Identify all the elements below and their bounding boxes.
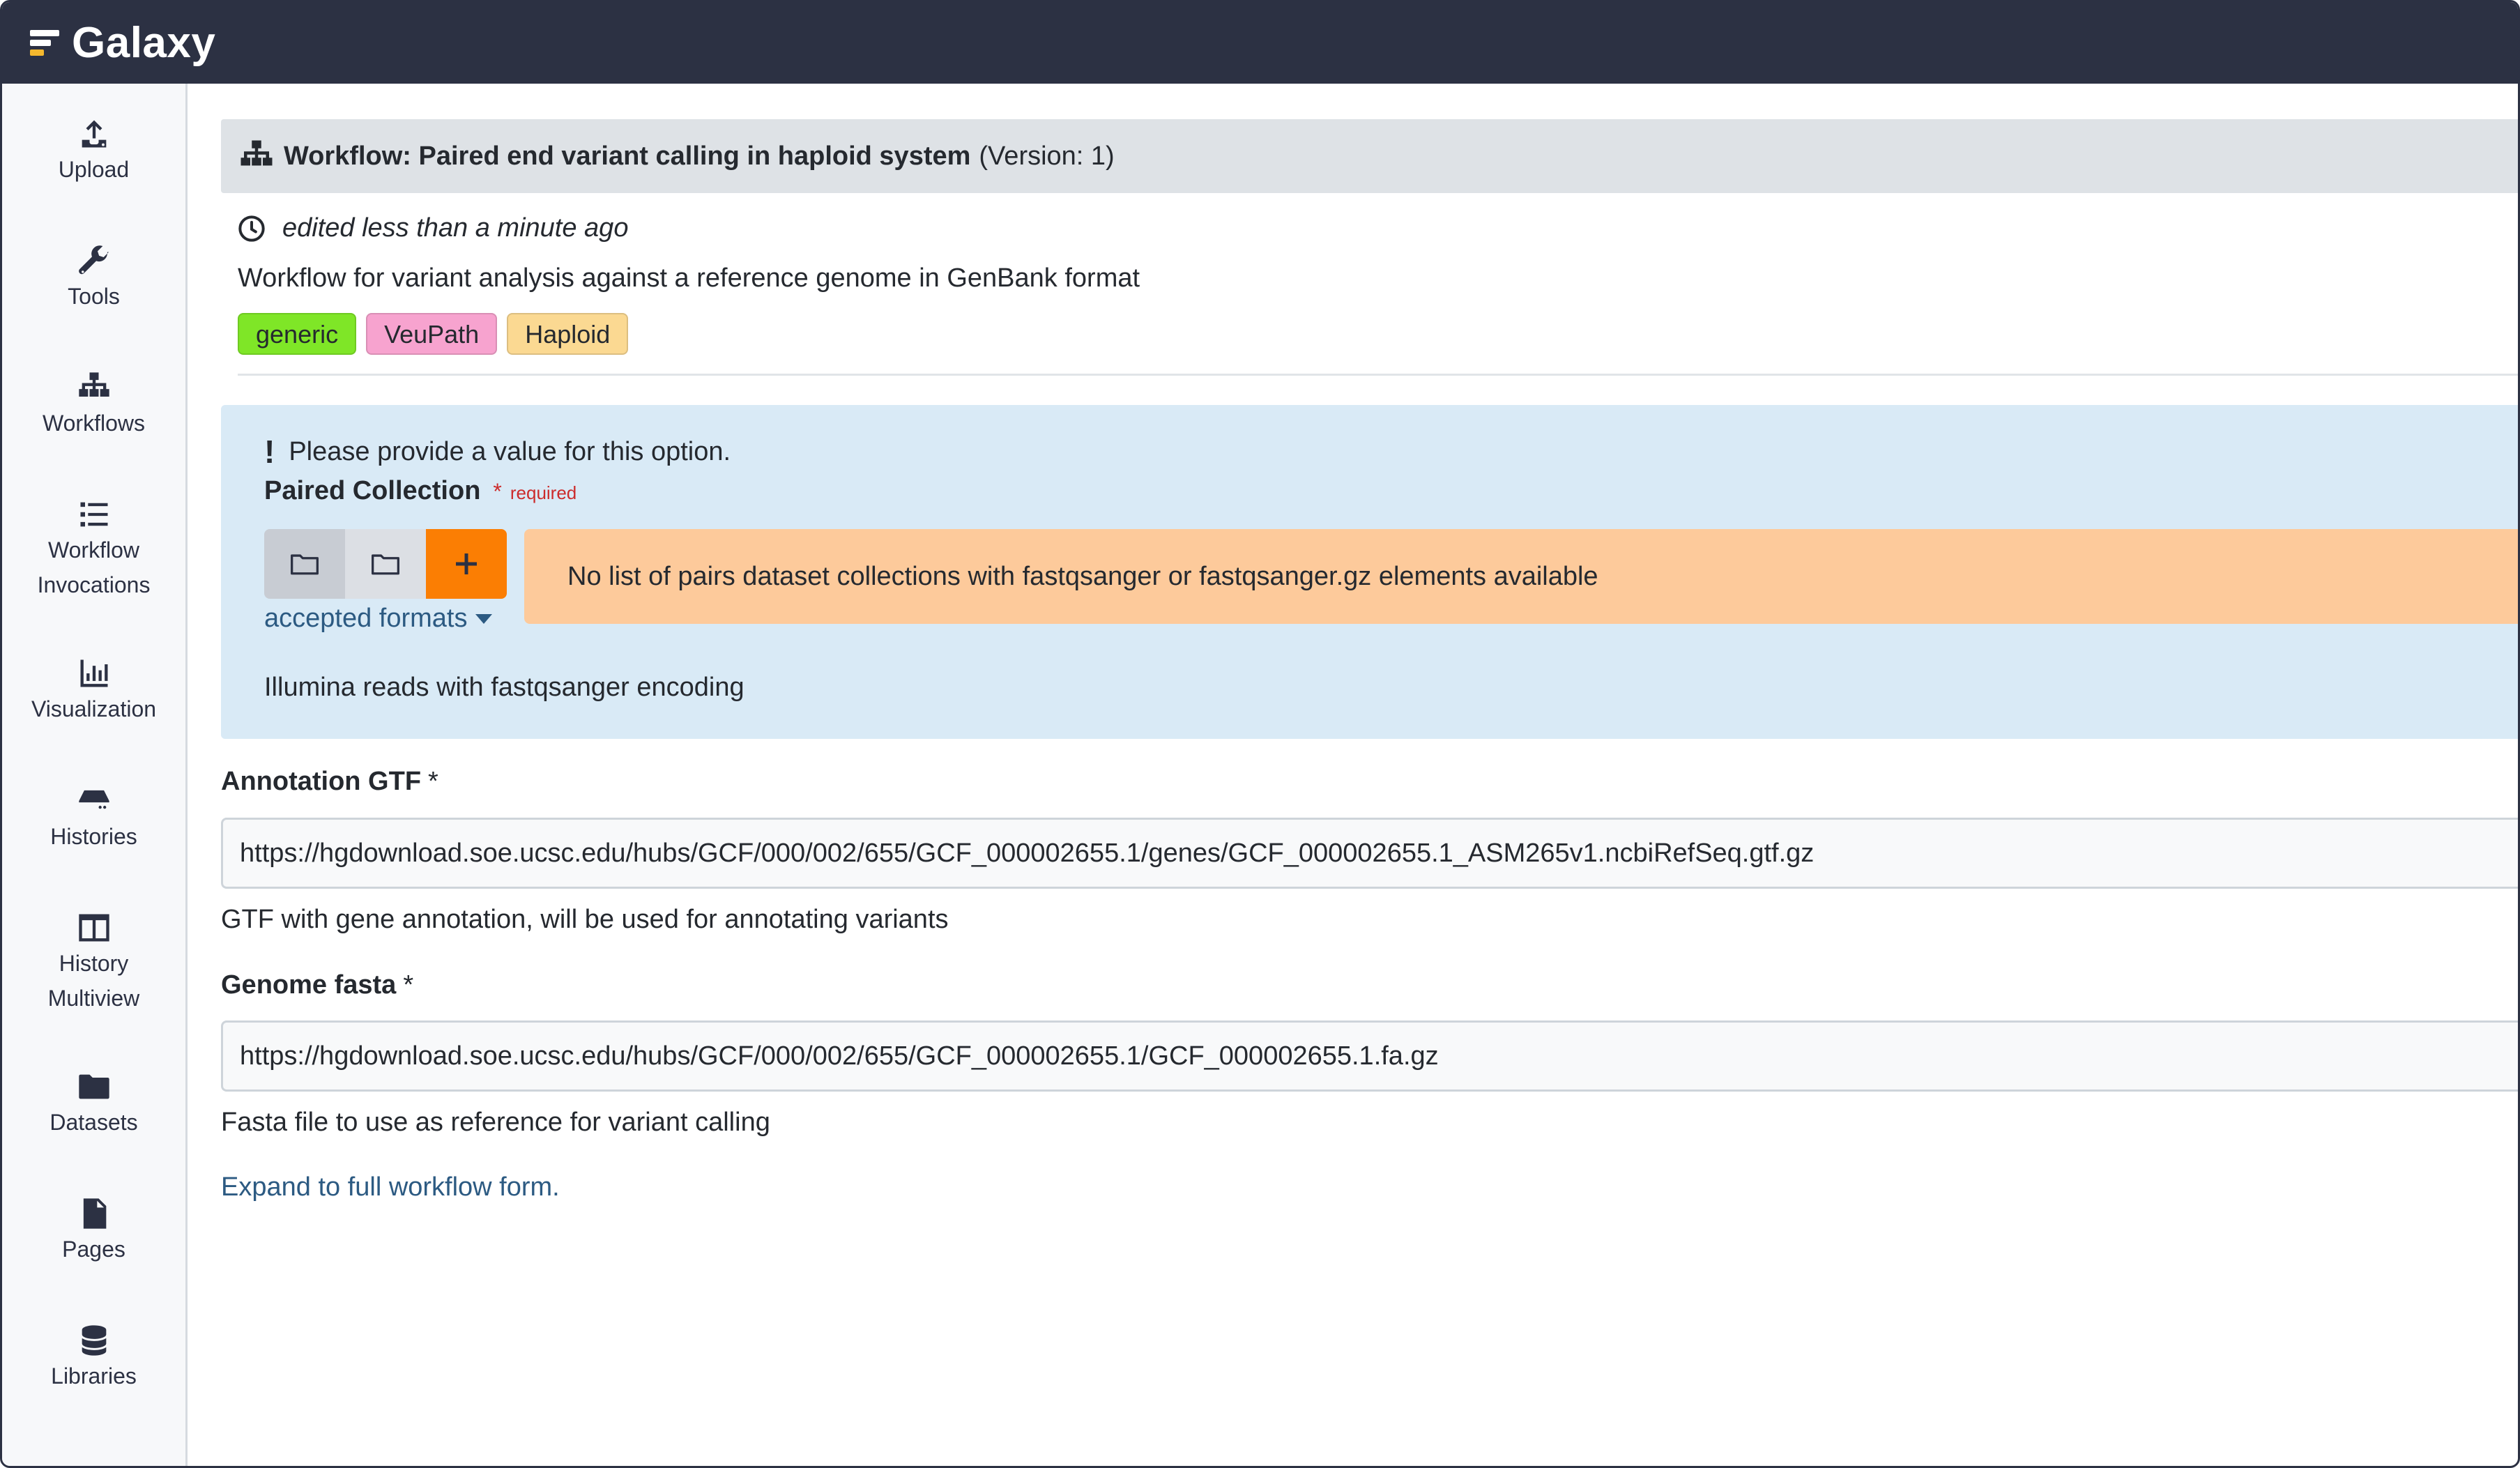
activity-libraries[interactable]: Libraries xyxy=(2,1322,185,1393)
activity-pages[interactable]: Pages xyxy=(2,1195,185,1267)
workflow-title: Workflow: Paired end variant calling in … xyxy=(284,141,971,171)
required-star: * xyxy=(493,479,502,504)
workflow-header: Workflow: Paired end variant calling in … xyxy=(221,119,2518,193)
exclamation-icon: ! xyxy=(264,434,275,470)
hdd-icon xyxy=(78,790,109,812)
field-title: Paired Collection xyxy=(264,476,481,505)
required-text: required xyxy=(510,482,577,503)
annotation-gtf-help: GTF with gene annotation, will be used f… xyxy=(221,905,949,934)
caret-down-icon xyxy=(475,613,493,624)
activity-histories[interactable]: Histories xyxy=(2,783,185,854)
sitemap-icon xyxy=(78,372,109,397)
activity-label: Tools xyxy=(68,284,120,309)
edited-text: edited less than a minute ago xyxy=(282,213,629,243)
field-title: Annotation GTF xyxy=(221,767,422,796)
annotation-gtf-input[interactable]: https://hgdownload.soe.ucsc.edu/hubs/GCF… xyxy=(221,818,2518,889)
activity-bar: Upload Tools Workflows Workflow Invocati… xyxy=(2,84,188,1466)
folder-open-icon xyxy=(372,554,399,575)
galaxy-logo-icon xyxy=(30,29,62,58)
activity-datasets[interactable]: Datasets xyxy=(2,1069,185,1140)
activity-tools[interactable]: Tools xyxy=(2,243,185,314)
database-icon xyxy=(82,1325,106,1356)
activity-label: Upload xyxy=(58,157,130,182)
activity-history-multiview[interactable]: History Multiview xyxy=(2,910,185,1016)
activity-label: Libraries xyxy=(51,1363,137,1389)
required-star: * xyxy=(403,970,414,1000)
wrench-icon xyxy=(78,245,109,275)
activity-label: Pages xyxy=(62,1237,125,1262)
workflow-annotation: Workflow for variant analysis against a … xyxy=(238,263,1140,293)
activity-label: Histories xyxy=(50,824,137,849)
sitemap-icon xyxy=(240,140,273,166)
file-chart-icon xyxy=(83,1198,106,1229)
field-help: Illumina reads with fastqsanger encoding xyxy=(264,673,744,702)
activity-visualization[interactable]: Visualization xyxy=(2,655,185,726)
browse-datasets-button[interactable] xyxy=(264,529,345,599)
source-button-group xyxy=(264,529,507,599)
folder-open-icon xyxy=(291,554,319,575)
genome-fasta-input[interactable]: https://hgdownload.soe.ucsc.edu/hubs/GCF… xyxy=(221,1020,2518,1092)
no-options-message: No list of pairs dataset collections wit… xyxy=(524,529,2518,624)
validation-warning: ! Please provide a value for this option… xyxy=(264,433,731,471)
activity-workflow-invocations[interactable]: Workflow Invocations xyxy=(2,496,185,602)
expand-workflow-form-link[interactable]: Expand to full workflow form. xyxy=(221,1172,560,1202)
paired-collection-field: ! Please provide a value for this option… xyxy=(221,405,2518,739)
workflow-version: (Version: 1) xyxy=(979,141,1115,171)
list-icon xyxy=(80,502,107,527)
create-collection-button[interactable] xyxy=(426,529,507,599)
plus-icon xyxy=(456,553,477,574)
tag-veupath[interactable]: VeuPath xyxy=(366,313,498,355)
activity-label: Visualization xyxy=(31,696,157,721)
activity-label: Datasets xyxy=(49,1110,138,1135)
galaxy-app: Galaxy Upload Tools Workflows Workflow I… xyxy=(0,0,2520,1468)
edited-status: edited less than a minute ago xyxy=(238,213,628,243)
required-star: * xyxy=(428,767,438,796)
chart-icon xyxy=(80,659,107,687)
masthead: Galaxy xyxy=(2,2,2518,84)
browse-collections-button[interactable] xyxy=(345,529,426,599)
accepted-formats-label: accepted formats xyxy=(264,604,468,633)
paired-collection-label: Paired Collection * required xyxy=(264,476,576,506)
activity-label: Workflows xyxy=(43,411,145,436)
activity-label: History Multiview xyxy=(47,951,140,1011)
tag-haploid[interactable]: Haploid xyxy=(507,313,629,355)
field-title: Genome fasta xyxy=(221,970,397,1000)
center-panel: Workflow: Paired end variant calling in … xyxy=(188,84,2518,1466)
brand-name: Galaxy xyxy=(72,19,216,67)
accepted-formats-toggle[interactable]: accepted formats xyxy=(264,604,493,634)
annotation-gtf-label: Annotation GTF * xyxy=(221,767,438,797)
genome-fasta-help: Fasta file to use as reference for varia… xyxy=(221,1108,770,1137)
warning-text: Please provide a value for this option. xyxy=(289,436,731,466)
clock-icon xyxy=(238,215,265,242)
activity-workflows[interactable]: Workflows xyxy=(2,369,185,441)
genome-fasta-label: Genome fasta * xyxy=(221,970,413,1000)
tag-generic[interactable]: generic xyxy=(238,313,357,355)
brand-link[interactable]: Galaxy xyxy=(30,18,215,68)
activity-label: Workflow Invocations xyxy=(37,537,151,597)
activity-upload[interactable]: Upload xyxy=(2,116,185,187)
divider xyxy=(238,374,2518,376)
upload-icon xyxy=(82,120,106,148)
columns-icon xyxy=(78,914,109,942)
workflow-tags: generic VeuPath Haploid xyxy=(238,313,629,355)
folder-icon xyxy=(78,1074,109,1099)
